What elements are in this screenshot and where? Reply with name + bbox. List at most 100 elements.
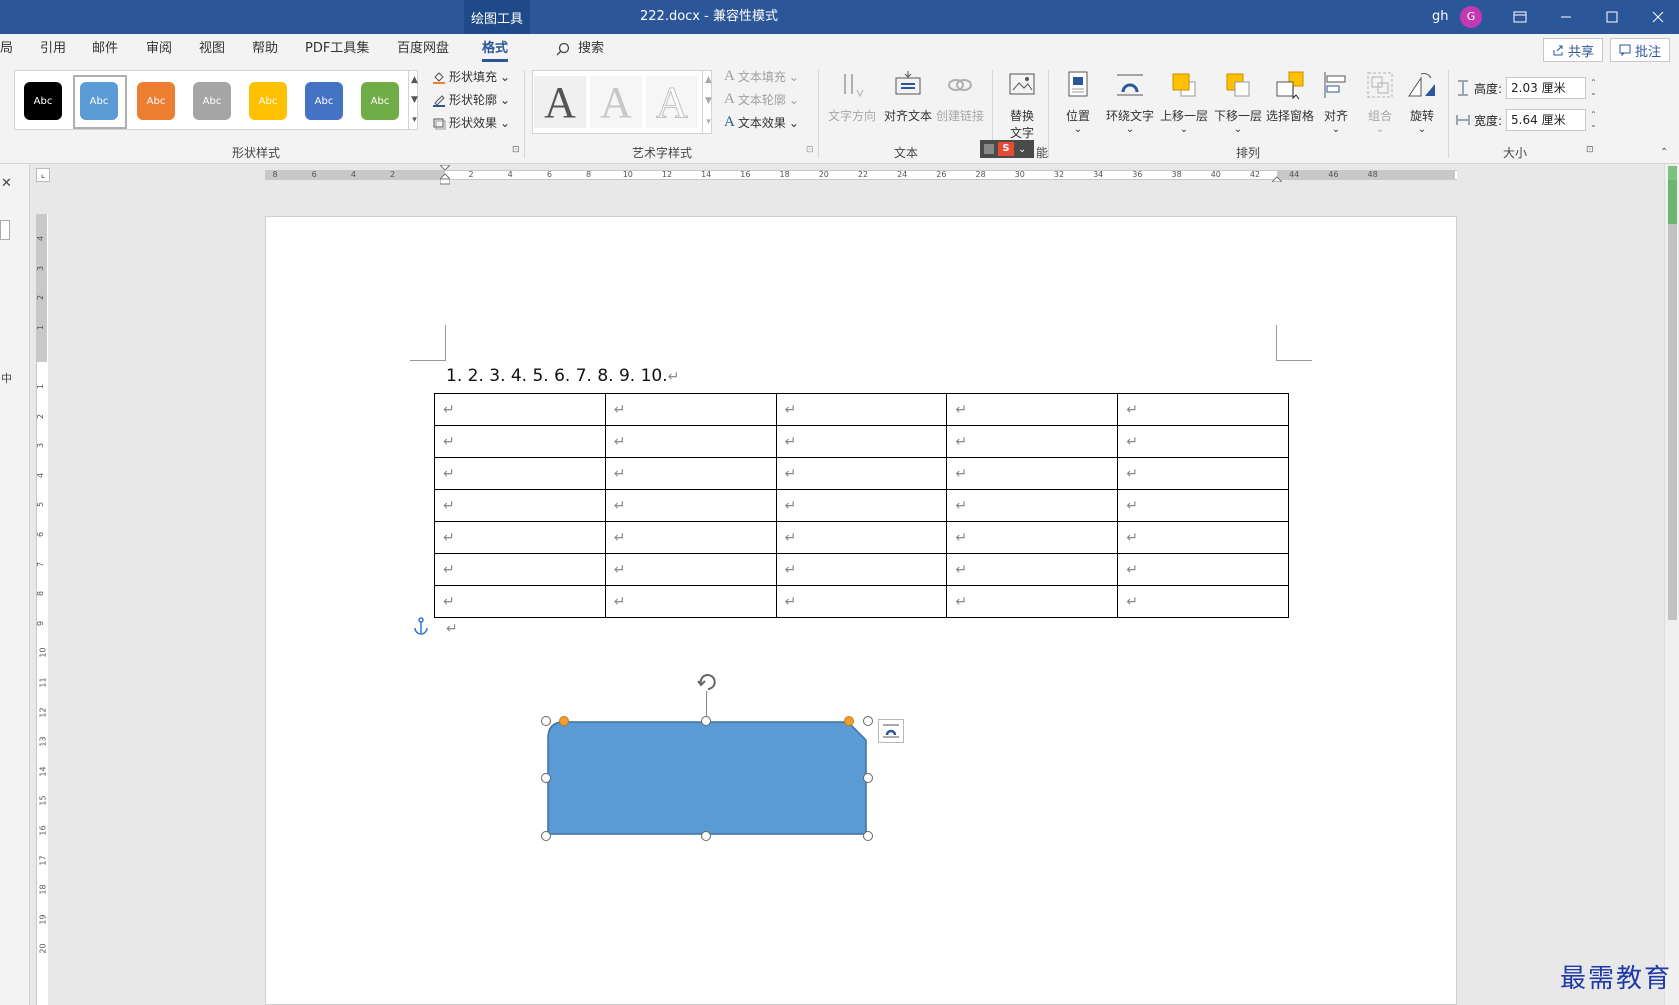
table-cell[interactable]: ↵ [604,393,777,426]
send-backward-button[interactable]: 下移一层 ⌄ [1210,70,1266,135]
selection-pane-button[interactable]: 选择窗格 [1262,70,1318,124]
position-button[interactable]: 位置 ⌄ [1050,70,1106,135]
table-cell[interactable]: ↵ [1117,489,1289,522]
rotate-button[interactable]: 旋转 ⌄ [1400,70,1444,135]
shape-style-green[interactable]: Abc [361,82,399,120]
table-cell[interactable]: ↵ [775,489,948,522]
height-input[interactable]: 2.03 厘米 [1506,77,1587,99]
horizontal-ruler[interactable]: 8 6 4 2 2 4 6 8 10 12 14 16 18 20 22 24 26 28 30 32 34 36 38 40… [265,164,1457,185]
align-button[interactable]: 对齐 ⌄ [1314,70,1358,135]
height-spinner[interactable]: ⌃ ⌄ [1590,78,1597,98]
search-box[interactable]: 搜索 [556,34,604,64]
tab-mailings[interactable]: 邮件 [92,34,118,64]
table-cell[interactable]: ↵ [434,553,606,586]
wordart-style-1[interactable]: A [534,76,586,128]
table-cell[interactable]: ↵ [1117,457,1289,490]
table-cell[interactable]: ↵ [434,489,606,522]
text-direction-button[interactable]: 文字方向 [824,70,880,124]
group-button[interactable]: 组合 ⌄ [1358,70,1402,135]
scrollbar-thumb[interactable] [1668,180,1677,620]
dialog-launcher-icon[interactable]: ⊡ [806,145,814,155]
table-cell[interactable]: ↵ [775,585,948,618]
table-cell[interactable]: ↵ [1117,521,1289,554]
tab-pdf-tools[interactable]: PDF工具集 [305,34,369,64]
table-cell[interactable]: ↵ [434,425,606,458]
table-cell[interactable]: ↵ [434,393,606,426]
shape-style-darkblue[interactable]: Abc [305,82,343,120]
shape-outline-button[interactable]: 形状轮廓 ⌄ [432,91,510,108]
shape-style-black[interactable]: Abc [24,82,62,120]
table-cell[interactable]: ↵ [775,457,948,490]
tab-help[interactable]: 帮助 [252,34,278,64]
rotate-handle-icon[interactable] [696,671,720,697]
tab-references[interactable]: 引用 [40,34,66,64]
tab-format[interactable]: 格式 [482,34,509,64]
table-cell[interactable]: ↵ [775,393,948,426]
dialog-launcher-icon[interactable]: ⊡ [512,145,520,155]
snip-corner-rectangle[interactable] [546,720,868,836]
table-cell[interactable]: ↵ [946,553,1119,586]
table-cell[interactable]: ↵ [1117,393,1289,426]
table-cell[interactable]: ↵ [946,457,1119,490]
shape-style-orange[interactable]: Abc [137,82,175,120]
shape-effects-button[interactable]: 形状效果 ⌄ [432,114,510,131]
shape-style-blue[interactable]: Abc [80,82,118,120]
tab-baidu-netdisk[interactable]: 百度网盘 [397,34,449,64]
table-cell[interactable]: ↵ [604,553,777,586]
table-cell[interactable]: ↵ [946,489,1119,522]
resize-handle-top-left[interactable] [541,716,551,726]
text-effects-button[interactable]: A 文本效果 ⌄ [724,114,799,131]
numbered-line[interactable]: 1. 2. 3. 4. 5. 6. 7. 8. 9. 10.↵ [446,366,679,386]
table-cell[interactable]: ↵ [775,521,948,554]
close-pane-icon[interactable]: ✕ [1,176,12,191]
layout-options-button[interactable] [878,719,904,743]
gallery-scroll-arrows[interactable]: ▲ ▼ ▾ [408,70,420,130]
table-cell[interactable]: ↵ [946,425,1119,458]
drawing-tools-tab[interactable]: 绘图工具 [464,0,530,34]
table-cell[interactable]: ↵ [434,457,606,490]
wordart-style-3[interactable]: A [646,76,698,128]
collapse-ribbon-icon[interactable]: ⌃ [1660,147,1668,158]
table-cell[interactable]: ↵ [775,553,948,586]
avatar[interactable]: G [1460,6,1482,28]
table-cell[interactable]: ↵ [434,521,606,554]
text-outline-button[interactable]: A 文本轮廓 ⌄ [724,91,799,108]
dialog-launcher-icon[interactable]: ⊡ [1586,145,1594,155]
wordart-style-2[interactable]: A [590,76,642,128]
user-name[interactable]: gh [1432,0,1449,34]
document-table[interactable]: ↵ ↵ ↵ ↵ ↵ ↵ ↵ ↵ ↵ ↵ ↵ ↵ ↵ ↵ ↵ ↵ ↵ ↵ ↵ ↵ ↵ ↵ ↵ ↵ ↵ ↵ ↵ ↵ ↵ ↵ ↵ ↵ ↵ ↵ ↵ [434,393,1289,618]
vertical-ruler[interactable]: 4 3 2 1 1 2 3 4 5 6 7 8 9 10 11 12 13 14 15 16 17 18 19 20 [36,214,48,1005]
tab-review[interactable]: 审阅 [146,34,172,64]
selected-shape[interactable] [546,720,868,836]
table-cell[interactable]: ↵ [946,393,1119,426]
maximize-icon[interactable] [1589,0,1635,34]
create-link-button[interactable]: 创建链接 [932,70,988,124]
table-cell[interactable]: ↵ [604,585,777,618]
vertical-scrollbar[interactable] [1664,164,1679,1005]
table-cell[interactable]: ↵ [1117,585,1289,618]
indent-marker[interactable] [438,164,452,185]
adjust-handle-left[interactable] [559,716,569,726]
anchor-icon[interactable] [414,617,428,639]
tab-view[interactable]: 视图 [199,34,225,64]
resize-handle-top-right[interactable] [863,716,873,726]
shape-fill-button[interactable]: 形状填充 ⌄ [432,68,510,85]
table-cell[interactable]: ↵ [946,585,1119,618]
document-page[interactable]: 1. 2. 3. 4. 5. 6. 7. 8. 9. 10.↵ ↵ ↵ ↵ ↵ ↵ ↵ ↵ ↵… [265,216,1457,1005]
table-cell[interactable]: ↵ [775,425,948,458]
table-cell[interactable]: ↵ [1117,553,1289,586]
shape-style-gold[interactable]: Abc [249,82,287,120]
wrap-text-button[interactable]: 环绕文字 ⌄ [1100,70,1160,135]
share-button[interactable]: 共享 [1543,38,1604,62]
resize-handle-left[interactable] [541,773,551,783]
tab-selector[interactable]: ⌞ [36,168,50,182]
width-input[interactable]: 5.64 厘米 [1506,109,1587,131]
table-cell[interactable]: ↵ [946,521,1119,554]
bring-forward-button[interactable]: 上移一层 ⌄ [1156,70,1212,135]
close-icon[interactable] [1635,0,1679,34]
comment-button[interactable]: 批注 [1610,38,1671,62]
resize-handle-right[interactable] [863,773,873,783]
ribbon-display-icon[interactable] [1497,0,1543,34]
resize-handle-bottom-left[interactable] [541,831,551,841]
table-cell[interactable]: ↵ [434,585,606,618]
